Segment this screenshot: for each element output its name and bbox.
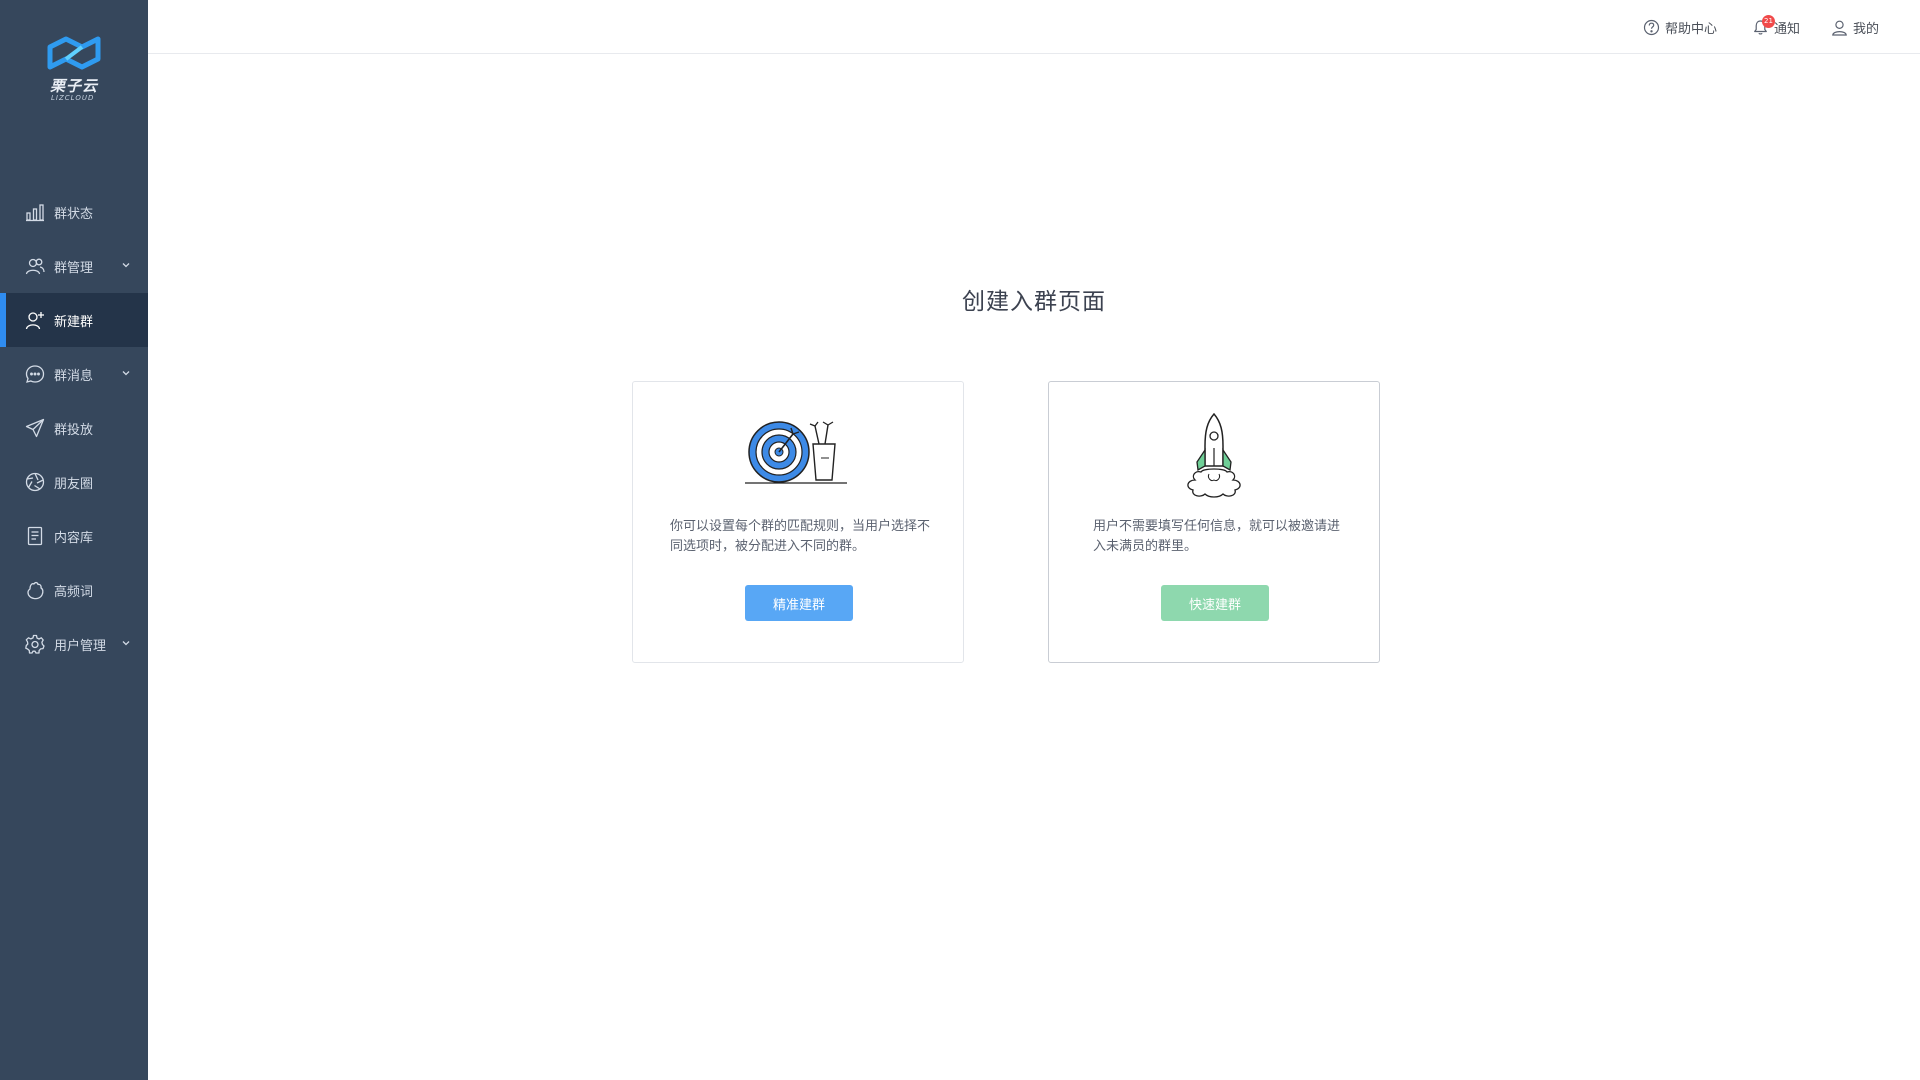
lizcloud-logo-icon [47,36,101,70]
document-icon [24,525,46,547]
gear-icon [24,633,46,655]
hand-icon [24,579,46,601]
help-center-label: 帮助中心 [1665,21,1718,37]
users-icon [24,255,46,277]
sidebar-item-moments[interactable]: 朋友圈 [0,455,148,509]
help-center-link[interactable]: 帮助中心 [1643,0,1717,54]
notification-label: 通知 [1774,21,1801,37]
my-account-label: 我的 [1853,21,1880,37]
rocket-icon [1187,412,1241,498]
precise-group-button[interactable]: 精准建群 [745,585,853,621]
sidebar-item-hot-words[interactable]: 高频词 [0,563,148,617]
add-user-icon [24,309,46,331]
sidebar-item-label: 群状态 [54,206,94,222]
notification-link[interactable]: 21 通知 [1752,0,1800,54]
aperture-icon [24,471,46,493]
sidebar-item-label: 群管理 [54,260,94,276]
quick-group-description: 用户不需要填写任何信息，就可以被邀请进入未满员的群里。 [1093,519,1341,554]
page-title: 创建入群页面 [962,289,1106,315]
sidebar-item-user-manage[interactable]: 用户管理 [0,617,148,671]
bar-chart-icon [24,201,46,223]
sidebar-item-group-status[interactable]: 群状态 [0,185,148,239]
precise-group-description: 你可以设置每个群的匹配规则，当用户选择不同选项时，被分配进入不同的群。 [670,519,931,554]
my-account-link[interactable]: 我的 [1831,0,1879,54]
notification-badge: 21 [1762,15,1775,28]
brand-subtitle: LIZCLOUD [51,94,95,102]
precise-group-card: 你可以设置每个群的匹配规则，当用户选择不同选项时，被分配进入不同的群。 精准建群 [632,381,964,663]
sidebar-item-label: 新建群 [54,314,94,330]
sidebar-nav: 群状态 群管理 新建群 群消息 群投放 朋友圈 内容库 高频词 用户管理 [0,185,148,671]
chevron-down-icon [122,371,130,376]
chat-bubble-icon [24,363,46,385]
sidebar-item-label: 群投放 [54,422,94,438]
sidebar-item-content-library[interactable]: 内容库 [0,509,148,563]
quick-group-button[interactable]: 快速建群 [1161,585,1269,621]
brand-name: 栗子云 [50,77,99,95]
question-circle-icon [1643,19,1660,35]
sidebar-item-new-group[interactable]: 新建群 [0,293,148,347]
chevron-down-icon [122,263,130,268]
logo[interactable]: 栗子云 LIZCLOUD [44,33,104,105]
rocket-illustration [1049,410,1379,500]
sidebar-item-group-manage[interactable]: 群管理 [0,239,148,293]
paper-plane-icon [24,417,46,439]
sidebar-item-label: 高频词 [54,584,94,600]
target-icon [745,421,847,484]
top-header: 帮助中心 21 通知 我的 [148,0,1920,54]
chevron-down-icon [122,641,130,646]
sidebar-item-group-messages[interactable]: 群消息 [0,347,148,401]
sidebar: 栗子云 LIZCLOUD 群状态 群管理 新建群 群消息 群投放 朋友圈 内容库… [0,0,148,1080]
sidebar-item-group-delivery[interactable]: 群投放 [0,401,148,455]
sidebar-item-label: 用户管理 [54,638,107,654]
quick-group-card: 用户不需要填写任何信息，就可以被邀请进入未满员的群里。 快速建群 [1048,381,1380,663]
sidebar-item-label: 朋友圈 [54,476,94,492]
sidebar-item-label: 群消息 [54,368,94,384]
sidebar-item-label: 内容库 [54,530,94,546]
user-icon [1832,20,1847,36]
target-illustration [633,410,963,500]
